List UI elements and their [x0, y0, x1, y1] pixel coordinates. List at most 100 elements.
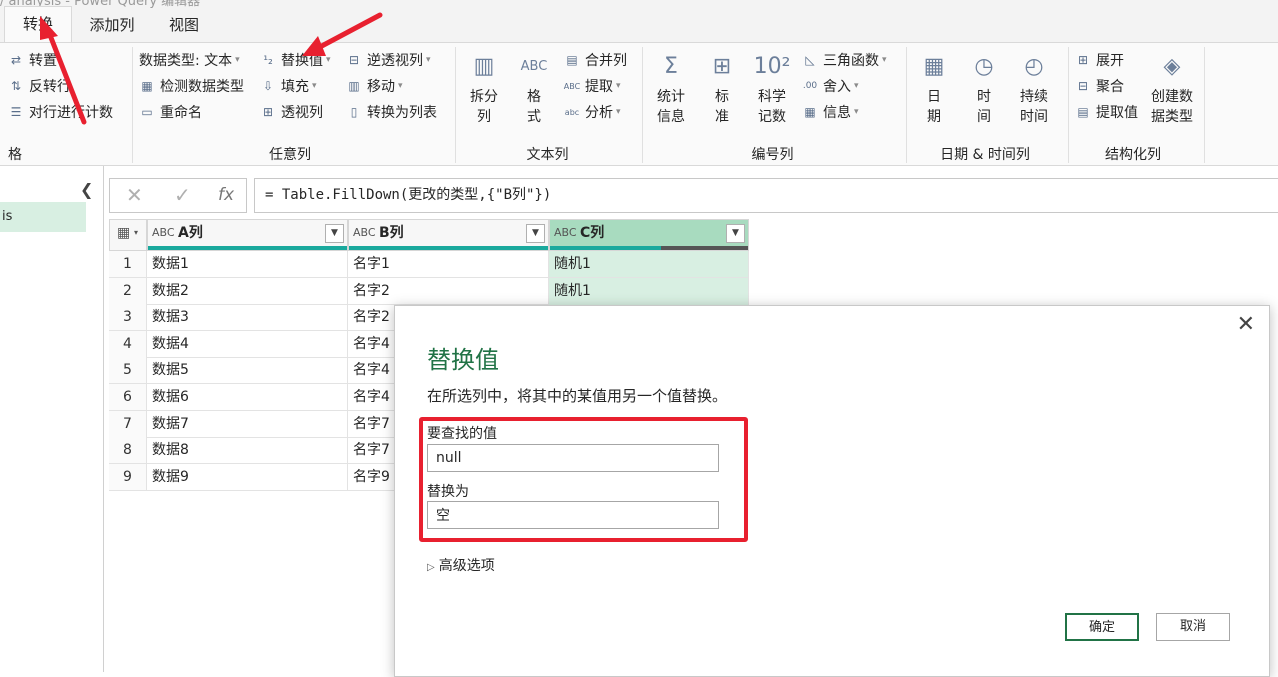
tab-add-column[interactable]: 添加列	[80, 8, 144, 42]
check-icon[interactable]: ✓	[174, 179, 191, 212]
table-cell-c[interactable]: 随机1	[549, 277, 749, 305]
close-icon[interactable]: ✕	[126, 179, 143, 212]
ok-button[interactable]: 确定	[1065, 613, 1139, 641]
column-header-c[interactable]: ABC C列 ▼	[549, 219, 749, 251]
sigma-icon: Σ	[664, 54, 678, 79]
table-cell-a[interactable]: 数据2	[147, 277, 348, 305]
aggregate-button[interactable]: ⊟ 聚合	[1075, 76, 1124, 96]
clock-icon: ◷	[974, 54, 994, 79]
chevron-down-icon: ▾	[616, 81, 621, 91]
row-number[interactable]: 3	[109, 304, 147, 332]
row-number[interactable]: 7	[109, 410, 147, 438]
table-cell-a[interactable]: 数据7	[147, 410, 348, 438]
time-button[interactable]: ◷ 时间	[962, 49, 1006, 127]
format-abc-icon: ABC	[520, 59, 548, 74]
calculator-icon: ⊞	[712, 54, 732, 79]
split-column-button[interactable]: ▥ 拆分列	[462, 49, 506, 127]
queries-pane: ❮ is	[0, 166, 104, 672]
aggregate-icon: ⊟	[1077, 79, 1089, 93]
trig-button[interactable]: ◺ 三角函数 ▾	[802, 50, 886, 70]
row-number[interactable]: 6	[109, 384, 147, 411]
group-label-any-column: 任意列	[269, 147, 311, 163]
text-type-icon: ABC	[152, 226, 175, 239]
fill-button[interactable]: ⇩ 填充 ▾	[260, 76, 317, 96]
replace-values-button[interactable]: ¹₂ 替换值 ▾	[260, 50, 330, 70]
triangle-right-icon: ▷	[427, 562, 435, 573]
information-button[interactable]: ▦ 信息 ▾	[802, 102, 859, 122]
row-number[interactable]: 8	[109, 437, 147, 465]
column-filter-button[interactable]: ▼	[325, 224, 344, 243]
row-number[interactable]: 5	[109, 357, 147, 385]
ribbon-separator	[906, 47, 907, 163]
column-quality-bar	[550, 246, 748, 250]
unpivot-columns-button[interactable]: ⊟ 逆透视列 ▾	[346, 50, 431, 70]
table-cell-a[interactable]: 数据4	[147, 330, 348, 358]
move-button[interactable]: ▥ 移动 ▾	[346, 76, 402, 96]
column-header-b[interactable]: ABC B列 ▼	[348, 219, 549, 251]
chevron-down-icon: ▾	[854, 107, 859, 117]
chevron-left-icon[interactable]: ❮	[80, 180, 93, 199]
reverse-rows-button[interactable]: ⇅ 反转行	[8, 76, 71, 96]
rename-icon: ▭	[141, 105, 153, 119]
column-filter-button[interactable]: ▼	[526, 224, 545, 243]
advanced-options-toggle[interactable]: ▷ 高级选项	[427, 555, 495, 575]
column-quality-bar	[148, 246, 347, 250]
query-item[interactable]: is	[0, 202, 86, 232]
table-cell-a[interactable]: 数据3	[147, 304, 348, 332]
dialog-description: 在所选列中，将其中的某值用另一个值替换。	[427, 387, 728, 405]
row-number[interactable]: 2	[109, 277, 147, 305]
table-cell-a[interactable]: 数据9	[147, 463, 348, 491]
column-header-a[interactable]: ABC A列 ▼	[147, 219, 348, 251]
extract-values-button[interactable]: ▤ 提取值	[1075, 102, 1138, 122]
table-cell-b[interactable]: 名字2	[348, 277, 549, 305]
row-number[interactable]: 4	[109, 330, 147, 358]
extract-values-icon: ▤	[1077, 105, 1089, 119]
row-number[interactable]: 1	[109, 251, 147, 278]
table-menu-button[interactable]: ▦ ▾	[109, 219, 147, 251]
rounding-button[interactable]: .00 舍入 ▾	[802, 76, 859, 96]
date-button[interactable]: ▦ 日期	[912, 49, 956, 127]
statistics-button[interactable]: Σ 统计信息	[648, 49, 694, 127]
tab-view[interactable]: 视图	[158, 8, 210, 42]
cancel-button[interactable]: 取消	[1156, 613, 1230, 641]
table-cell-a[interactable]: 数据6	[147, 384, 348, 411]
replace-with-input[interactable]	[427, 501, 719, 529]
extract-icon: ABC	[563, 81, 581, 91]
fx-icon[interactable]: fx	[218, 179, 234, 212]
table-cell-a[interactable]: 数据1	[147, 251, 348, 278]
merge-columns-button[interactable]: ▤ 合并列	[564, 50, 627, 70]
count-rows-button[interactable]: ☰ 对行进行计数	[8, 102, 113, 122]
tab-transform[interactable]: 转换	[4, 6, 72, 43]
group-label-datetime: 日期 & 时间列	[940, 147, 1030, 163]
detect-type-icon: ▦	[141, 79, 153, 93]
ribbon-separator	[1204, 47, 1205, 163]
pivot-column-button[interactable]: ⊞ 透视列	[260, 102, 323, 122]
group-label-structured: 结构化列	[1105, 147, 1161, 163]
transpose-icon: ⇄	[10, 53, 22, 67]
expand-button[interactable]: ⊞ 展开	[1075, 50, 1124, 70]
data-type-dropdown[interactable]: 数据类型: 文本 ▾	[139, 50, 240, 70]
column-quality-bar	[349, 246, 548, 250]
table-cell-a[interactable]: 数据8	[147, 437, 348, 465]
extract-button[interactable]: ABC 提取 ▾	[564, 76, 621, 96]
duration-button[interactable]: ◴ 持续时间	[1012, 49, 1056, 127]
standard-button[interactable]: ⊞ 标准	[702, 49, 742, 127]
transpose-button[interactable]: ⇄ 转置	[8, 50, 57, 70]
table-cell-c[interactable]: 随机1	[549, 251, 749, 278]
detect-data-type-button[interactable]: ▦ 检测数据类型	[139, 76, 244, 96]
close-icon[interactable]: ✕	[1237, 312, 1255, 337]
chevron-down-icon: ▾	[134, 228, 139, 237]
find-value-input[interactable]	[427, 444, 719, 472]
rename-button[interactable]: ▭ 重命名	[139, 102, 202, 122]
scientific-button[interactable]: 10² 科学记数	[750, 49, 794, 127]
table-cell-a[interactable]: 数据5	[147, 357, 348, 385]
row-number[interactable]: 9	[109, 463, 147, 491]
parse-button[interactable]: abc 分析 ▾	[564, 102, 621, 122]
create-data-type-button[interactable]: ◈ 创建数据类型	[1146, 49, 1198, 127]
formula-input[interactable]: = Table.FillDown(更改的类型,{"B列"})	[254, 178, 1278, 213]
format-button[interactable]: ABC 格式	[514, 49, 554, 127]
column-filter-button[interactable]: ▼	[726, 224, 745, 243]
convert-to-list-button[interactable]: ▯ 转换为列表	[346, 102, 437, 122]
table-cell-b[interactable]: 名字1	[348, 251, 549, 278]
replace-values-dialog: ✕ 替换值 在所选列中，将其中的某值用另一个值替换。 要查找的值 替换为 ▷高级…	[394, 305, 1270, 677]
